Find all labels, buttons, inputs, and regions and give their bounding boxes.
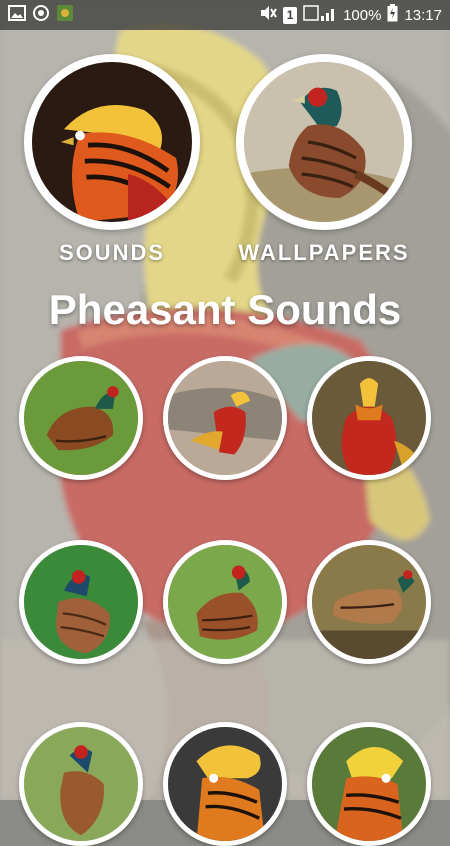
pheasant-sound-item-1[interactable] [19, 356, 143, 480]
pheasant-sound-item-2[interactable] [163, 356, 287, 480]
pheasant-sound-item-6[interactable] [307, 540, 431, 664]
sync-icon [32, 4, 50, 27]
status-bar: 1 100% 13:17 [0, 0, 450, 30]
clock: 13:17 [404, 6, 442, 24]
app-notification-icon [56, 4, 74, 27]
pheasant-sound-item-8[interactable] [163, 722, 287, 846]
wallpapers-button[interactable] [236, 54, 412, 230]
signal-icon [303, 5, 337, 25]
mute-icon [259, 5, 277, 25]
sounds-label: SOUNDS [58, 240, 166, 265]
pheasant-sound-item-4[interactable] [19, 540, 143, 664]
battery-percentage: 100% [343, 6, 382, 24]
sounds-button[interactable] [24, 54, 200, 230]
page-title: Pheasant Sounds [48, 286, 402, 333]
golden-pheasant-image [32, 62, 192, 222]
gallery-icon [8, 4, 26, 26]
ringneck-pheasant-image [244, 62, 404, 222]
wallpapers-label: WALLPAPERS [238, 240, 410, 265]
pheasant-sound-item-9[interactable] [307, 722, 431, 846]
pheasant-sound-item-3[interactable] [307, 356, 431, 480]
battery-icon [387, 4, 398, 26]
pheasant-sound-item-5[interactable] [163, 540, 287, 664]
sim-icon: 1 [283, 6, 298, 24]
status-bar-left [8, 4, 74, 27]
pheasant-sound-item-7[interactable] [19, 722, 143, 846]
status-bar-right: 1 100% 13:17 [259, 4, 442, 26]
